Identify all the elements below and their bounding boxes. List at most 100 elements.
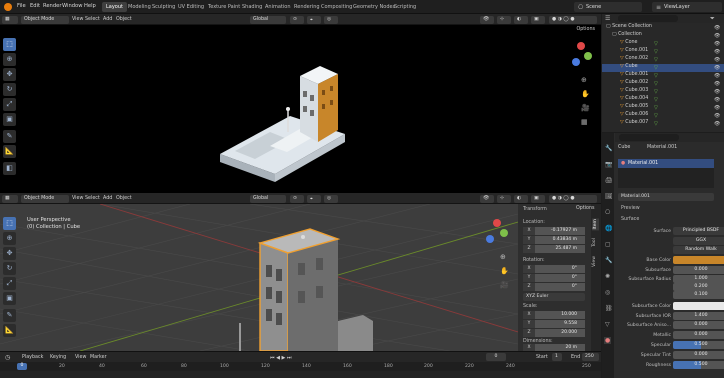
outliner-item-cube-005[interactable]: ▽ Cube.005 [602, 104, 724, 112]
snap-icon[interactable]: ⌖ [307, 15, 321, 24]
rotation-mode-select[interactable]: XYZ Euler [523, 293, 585, 301]
menu-marker[interactable]: Marker [90, 355, 107, 360]
particles-tab-icon[interactable]: ✺ [605, 273, 610, 280]
scale-y-field[interactable]: Y 9.558 [523, 320, 585, 328]
cursor-tool-icon[interactable]: ⊕ [3, 232, 16, 245]
render-tab-icon[interactable]: 📷 [605, 161, 612, 168]
menu-view[interactable]: View [75, 355, 86, 360]
measure-tool-icon[interactable]: 📐 [3, 324, 16, 337]
preview-panel-header[interactable]: Preview [621, 206, 640, 211]
options-button[interactable]: Options [576, 27, 595, 32]
outliner-item-cube-006[interactable]: ▽ Cube.006 [602, 112, 724, 120]
snap-icon[interactable]: ⌖ [307, 194, 321, 203]
gizmo-icon[interactable]: ⊹ [497, 15, 511, 24]
rotation-y-field[interactable]: Y 0° [523, 274, 585, 282]
select-box-tool-icon[interactable]: ⬚ [3, 217, 16, 230]
mode-select[interactable]: Object Mode [21, 194, 69, 203]
rotation-z-field[interactable]: Z 0° [523, 283, 585, 291]
world-tab-icon[interactable]: 🌐 [605, 225, 612, 232]
ortho-toggle-icon[interactable]: ▦ [581, 118, 588, 126]
outliner-search-input[interactable] [618, 15, 678, 22]
menu-file[interactable]: File [17, 3, 26, 9]
tool-tab-icon[interactable]: 🔧 [605, 145, 612, 152]
menu-window[interactable]: Window [62, 3, 82, 9]
options-button[interactable]: Options [576, 206, 595, 211]
annotate-tool-icon[interactable]: ✎ [3, 309, 16, 322]
rotate-tool-icon[interactable]: ↻ [3, 83, 16, 96]
gizmo-x-icon[interactable] [493, 219, 501, 227]
menu-view[interactable]: View [72, 17, 83, 22]
zoom-icon[interactable]: ⊕ [581, 76, 587, 84]
current-frame-field[interactable]: 0 [486, 353, 506, 361]
transform-tool-icon[interactable]: ▣ [3, 292, 16, 305]
menu-select[interactable]: Select [85, 196, 100, 201]
prop-metallic[interactable]: Metallic 0.000 [615, 331, 724, 340]
outliner-item-cube-007[interactable]: ▽ Cube.007 [602, 120, 724, 128]
prop-specular[interactable]: Specular 0.500 [615, 341, 724, 350]
gizmo-y-icon[interactable] [584, 52, 592, 60]
overlay-icon[interactable]: ◐ [514, 15, 528, 24]
end-frame-field[interactable]: 250 [582, 353, 599, 361]
editor-type-icon[interactable]: ▦ [2, 15, 18, 24]
add-cube-tool-icon[interactable]: ◧ [3, 162, 16, 175]
outliner-collection[interactable]: ▢ Collection [602, 32, 724, 40]
timeline-ruler[interactable]: 0 20 40 60 80 100 120 140 160 180 200 22… [0, 362, 601, 371]
location-x-field[interactable]: X -0.17927 m [523, 227, 585, 235]
rotation-x-field[interactable]: X 0° [523, 265, 585, 273]
outliner-item-cube-002[interactable]: ▽ Cube.002 [602, 80, 724, 88]
prop-specular-tint[interactable]: Specular Tint 0.000 [615, 351, 724, 360]
prop-subsurface-anisotropy[interactable]: Subsurface Aniso... 0.000 [615, 321, 724, 330]
tab-uv-editing[interactable]: UV Editing [174, 2, 208, 12]
pivot-icon[interactable]: ⊙ [290, 15, 304, 24]
visibility-eye-icons[interactable]: 👁 👁 👁 👁 👁 👁 👁 👁 👁 👁 👁 👁 👁 [714, 24, 722, 128]
outliner-item-cone-002[interactable]: ▽ Cone.002 [602, 56, 724, 64]
modifier-tab-icon[interactable]: 🔧 [605, 257, 612, 264]
gizmo-z-icon[interactable] [572, 58, 580, 66]
playhead[interactable]: 0 [17, 363, 27, 370]
object-tab-icon[interactable]: ▢ [605, 241, 611, 248]
gizmo-y-icon[interactable] [500, 229, 508, 237]
overlay-icon[interactable]: ◐ [514, 194, 528, 203]
properties-search-input[interactable] [619, 134, 679, 141]
constraints-tab-icon[interactable]: ⛓ [605, 305, 613, 312]
pivot-icon[interactable]: ⊙ [290, 194, 304, 203]
tab-tool[interactable]: Tool [592, 238, 597, 247]
menu-playback[interactable]: Playback [22, 355, 43, 360]
prop-base-color[interactable]: Base Color [615, 256, 724, 265]
move-tool-icon[interactable]: ✥ [3, 247, 16, 260]
view-layer-tab-icon[interactable]: 🖼 [605, 193, 613, 200]
menu-edit[interactable]: Edit [30, 3, 40, 9]
shading-buttons[interactable]: ● ◑ ◯ ● [549, 194, 597, 203]
proportional-icon[interactable]: ◎ [324, 15, 338, 24]
menu-add[interactable]: Add [103, 196, 112, 201]
viewport-bottom[interactable]: ▦ Object Mode View Select Add Object Glo… [0, 193, 601, 352]
transform-tool-icon[interactable]: ▣ [3, 113, 16, 126]
scene-tab-icon[interactable]: ⎔ [605, 209, 610, 216]
proportional-icon[interactable]: ◎ [324, 194, 338, 203]
physics-tab-icon[interactable]: ◎ [605, 289, 610, 296]
menu-keying[interactable]: Keying [50, 355, 66, 360]
menu-object[interactable]: Object [116, 17, 132, 22]
xray-icon[interactable]: ▣ [531, 194, 545, 203]
menu-object[interactable]: Object [116, 196, 132, 201]
select-box-tool-icon[interactable]: ⬚ [3, 38, 16, 51]
menu-help[interactable]: Help [84, 3, 96, 9]
material-name-field[interactable]: Material.001 [618, 193, 714, 201]
menu-add[interactable]: Add [103, 17, 112, 22]
viewport-top[interactable]: ▦ Object Mode View Select Add Object Glo… [0, 14, 601, 193]
prop-surface[interactable]: Surface Principled BSDF [615, 227, 724, 236]
visibility-icon[interactable]: 👁 [480, 194, 494, 203]
filter-icon[interactable]: ⏷ [710, 15, 715, 23]
camera-view-icon[interactable]: 🎥 [581, 104, 590, 112]
view-layer-selector[interactable]: ≡ ViewLayer [652, 2, 722, 12]
menu-render[interactable]: Render [43, 3, 61, 9]
surface-panel-header[interactable]: Surface [621, 217, 639, 222]
visibility-icon[interactable]: 👁 [480, 15, 494, 24]
gizmo-icon[interactable]: ⊹ [497, 194, 511, 203]
orientation-select[interactable]: Global [250, 15, 286, 24]
prop-subsurface-method[interactable]: Random Walk [615, 246, 724, 255]
start-frame-field[interactable]: 1 [552, 353, 562, 361]
editor-type-icon[interactable]: ▦ [2, 194, 18, 203]
cursor-tool-icon[interactable]: ⊕ [3, 53, 16, 66]
orientation-select[interactable]: Global [250, 194, 286, 203]
